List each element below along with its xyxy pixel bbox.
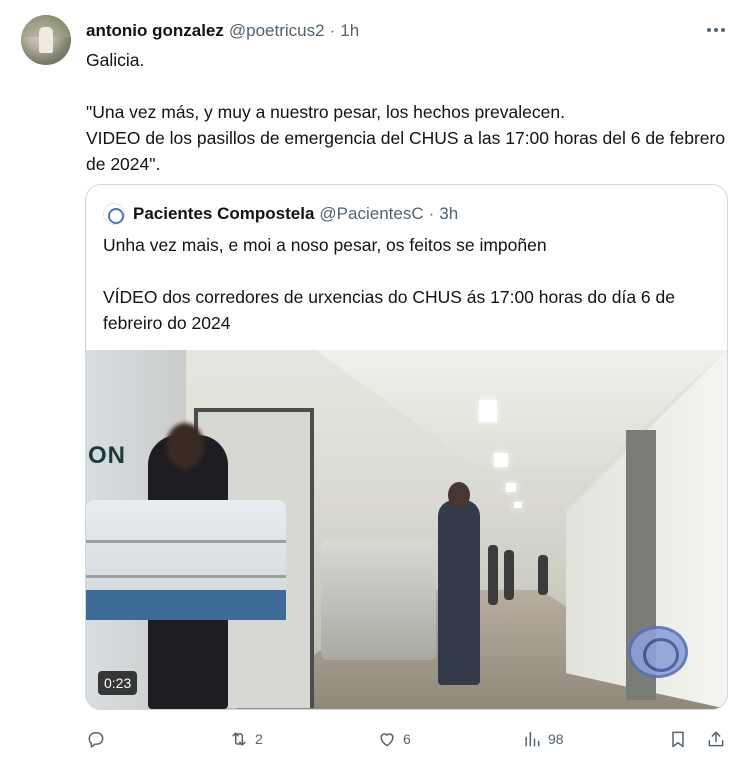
quoted-tweet-text: Unha vez mais, e moi a noso pesar, os fe… [103,232,713,336]
bookmark-button[interactable] [668,724,688,754]
like-count: 6 [403,731,411,747]
author-handle[interactable]: @poetricus2 [229,21,325,41]
wall-sign: ON [88,442,126,469]
tweet-text-content: Galicia. "Una vez más, y muy a nuestro p… [86,50,726,174]
like-button[interactable]: 6 [377,724,411,754]
video-stretcher [321,540,436,660]
bed-mattress [86,590,286,620]
tweet-timestamp[interactable]: 1h [340,21,359,41]
heart-icon [380,733,394,747]
video-hospital-bed [86,500,286,620]
more-dot [721,28,725,32]
repost-count: 2 [255,731,263,747]
tweet-header: antonio gonzalez @poetricus2 · 1h [86,20,359,42]
video-person [488,545,498,605]
tweet-actions: 2 6 98 [0,724,754,754]
views-button[interactable]: 98 [522,724,564,754]
quoted-author-handle[interactable]: @PacientesC [319,204,423,224]
repost-icon [232,732,246,746]
ceiling-light [479,400,497,422]
video-duration: 0:23 [98,671,138,695]
more-horizontal-icon[interactable] [704,18,728,42]
author-name[interactable]: antonio gonzalez [86,21,224,41]
separator-dot: · [329,21,336,40]
share-button[interactable] [706,724,726,754]
reply-icon [88,732,104,748]
quoted-tweet-timestamp[interactable]: 3h [439,204,458,224]
tweet-text: Galicia. "Una vez más, y muy a nuestro p… [86,47,726,177]
quoted-tweet[interactable]: Pacientes Compostela @PacientesC · 3h Un… [85,184,728,710]
video-player[interactable]: ON 0:23 [86,350,727,709]
video-person-head-blurred [166,423,204,469]
views-icon [525,731,540,747]
bookmark-icon [672,731,684,748]
more-dot [714,28,718,32]
ceiling-light [514,502,522,508]
share-icon [708,731,724,747]
video-person [538,555,548,595]
quoted-tweet-header: Pacientes Compostela @PacientesC · 3h [103,203,458,225]
ceiling-light [494,453,508,467]
author-avatar[interactable] [21,15,71,65]
quoted-tweet-text-content: Unha vez mais, e moi a noso pesar, os fe… [103,235,675,333]
separator-dot: · [428,204,435,223]
video-person [438,482,480,685]
video-person-head [448,482,470,508]
bed-rail [86,575,286,578]
views-count: 98 [548,731,564,747]
bed-rail [86,540,286,543]
quoted-author-avatar[interactable] [103,203,125,225]
avatar-figure [39,27,53,53]
repost-button[interactable]: 2 [229,724,263,754]
tweet[interactable]: antonio gonzalez @poetricus2 · 1h Galici… [0,0,754,774]
quoted-author-name[interactable]: Pacientes Compostela [133,204,314,224]
ceiling-light [506,483,516,492]
reply-button[interactable] [86,724,112,754]
video-person [504,550,514,600]
more-dot [707,28,711,32]
watermark-logo [628,626,688,678]
